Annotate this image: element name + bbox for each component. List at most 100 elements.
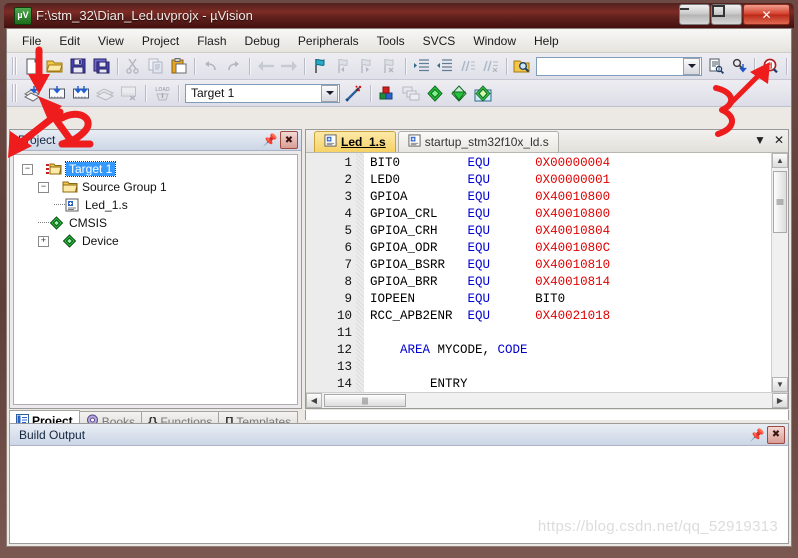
toolbar-grip[interactable] — [12, 57, 18, 75]
tree-item-target[interactable]: − Target 1 — [14, 160, 297, 178]
vertical-scroll-thumb[interactable] — [773, 171, 787, 233]
tab-list-chevron-down-icon[interactable]: ▼ — [754, 133, 766, 147]
tree-item-label[interactable]: Source Group 1 — [82, 180, 167, 194]
find-dropdown-arrow-icon[interactable] — [683, 57, 701, 75]
download-icon[interactable]: LOAD — [151, 82, 173, 104]
comment-icon[interactable] — [457, 55, 478, 77]
close-button[interactable]: ✕ — [743, 4, 790, 25]
navigate-back-icon[interactable] — [255, 55, 276, 77]
horizontal-scroll-thumb[interactable] — [324, 394, 406, 407]
navigate-forward-icon[interactable] — [278, 55, 299, 77]
tree-item-label[interactable]: Device — [82, 234, 119, 248]
scroll-right-arrow-icon[interactable]: ▶ — [772, 393, 788, 408]
code-editor: Led_1.s startup_stm32f10x_ld.s ▼ ✕ 1 2 3… — [305, 129, 789, 409]
build-output-close-button[interactable]: ✖ — [767, 425, 785, 444]
undo-icon[interactable] — [200, 55, 221, 77]
indent-decrease-icon[interactable] — [434, 55, 455, 77]
tree-item-cmsis[interactable]: CMSIS — [14, 214, 297, 232]
tree-item-label[interactable]: CMSIS — [69, 216, 107, 230]
tree-item-source-group[interactable]: − Source Group 1 — [14, 178, 297, 196]
code-token: 0X4001080C — [535, 241, 611, 255]
project-panel-close-button[interactable]: ✖ — [280, 131, 298, 149]
tree-expander-target[interactable]: − — [22, 163, 33, 175]
manage-multi-project-icon[interactable] — [400, 82, 422, 104]
tree-expander-source-group[interactable]: − — [38, 181, 49, 193]
build-output-pin-button[interactable]: 📌 — [749, 427, 765, 443]
paste-icon[interactable] — [168, 55, 189, 77]
build-output-content[interactable]: https://blog.csdn.net/qq_52919313 — [10, 446, 788, 543]
editor-tab-led1s[interactable]: Led_1.s — [314, 131, 396, 152]
build-target-icon[interactable] — [46, 82, 68, 104]
scroll-down-arrow-icon[interactable]: ▼ — [772, 377, 788, 392]
editor-horizontal-scrollbar[interactable]: ◀ ▶ — [306, 392, 788, 408]
code-line: BIT0 EQU 0X00000004 — [364, 155, 771, 172]
project-panel-pin-button[interactable]: 📌 — [262, 132, 278, 148]
menu-flash[interactable]: Flash — [188, 31, 235, 51]
source-code-text[interactable]: BIT0 EQU 0X00000004 LED0 EQU 0X00000001 GP… — [364, 153, 771, 392]
translate-file-icon[interactable] — [22, 82, 44, 104]
menu-view[interactable]: View — [89, 31, 133, 51]
menu-svcs[interactable]: SVCS — [414, 31, 465, 51]
tree-item-file[interactable]: Led_1.s — [14, 196, 297, 214]
menu-help[interactable]: Help — [525, 31, 568, 51]
project-tree[interactable]: − Target 1 − Source Group 1 Led_1.s CMSI… — [13, 154, 298, 405]
toolbar-separator — [304, 57, 306, 75]
rebuild-all-icon[interactable] — [70, 82, 92, 104]
cut-icon[interactable] — [122, 55, 143, 77]
indent-increase-icon[interactable] — [411, 55, 432, 77]
menu-tools[interactable]: Tools — [368, 31, 414, 51]
redo-icon[interactable] — [223, 55, 244, 77]
target-dropdown-arrow-icon[interactable] — [321, 84, 338, 102]
save-all-icon[interactable] — [91, 55, 112, 77]
select-software-packs-icon[interactable] — [472, 82, 494, 104]
target-folder-icon — [46, 162, 62, 176]
target-selector-combobox[interactable]: Target 1 — [185, 83, 340, 103]
incremental-find-icon[interactable] — [728, 55, 749, 77]
menu-project[interactable]: Project — [133, 31, 188, 51]
tree-expander-device[interactable]: + — [38, 235, 49, 247]
code-line: LED0 EQU 0X00000001 — [364, 172, 771, 189]
toolbar-grip[interactable] — [12, 84, 18, 102]
run-time-env-icon[interactable] — [448, 82, 470, 104]
window-controls: ✕ — [679, 4, 790, 25]
find-next-icon[interactable] — [705, 55, 726, 77]
scroll-left-arrow-icon[interactable]: ◀ — [306, 393, 322, 408]
configure-magnifier-icon[interactable]: d — [760, 55, 781, 77]
target-options-wizard-icon[interactable] — [343, 82, 365, 104]
menu-debug[interactable]: Debug — [236, 31, 289, 51]
restore-button[interactable] — [711, 4, 742, 25]
pack-installer-icon[interactable] — [424, 82, 446, 104]
menu-edit[interactable]: Edit — [50, 31, 89, 51]
bookmark-next-icon[interactable] — [356, 55, 377, 77]
save-icon[interactable] — [68, 55, 89, 77]
code-area[interactable]: 1 2 3 4 5 6 7 8 9 10 11 12 13 14 BIT0 EQ… — [306, 153, 788, 392]
tree-item-label[interactable]: Target 1 — [64, 161, 117, 177]
target-selector-value[interactable]: Target 1 — [186, 86, 320, 100]
tree-item-device[interactable]: + Device — [14, 232, 297, 250]
tree-item-label[interactable]: Led_1.s — [85, 198, 128, 212]
bookmark-toggle-icon[interactable] — [310, 55, 331, 77]
find-combobox[interactable] — [535, 56, 703, 76]
scroll-up-arrow-icon[interactable]: ▲ — [772, 153, 788, 168]
editor-tab-startup[interactable]: startup_stm32f10x_ld.s — [397, 131, 559, 152]
menu-peripherals[interactable]: Peripherals — [289, 31, 368, 51]
open-file-icon[interactable] — [45, 55, 66, 77]
manage-project-items-icon[interactable] — [376, 82, 398, 104]
new-file-icon[interactable] — [22, 55, 43, 77]
bookmark-prev-icon[interactable] — [333, 55, 354, 77]
find-in-files-icon[interactable] — [512, 55, 533, 77]
copy-icon[interactable] — [145, 55, 166, 77]
assembly-file-icon — [65, 198, 81, 212]
menu-file[interactable]: File — [13, 31, 50, 51]
bookmark-clear-icon[interactable] — [379, 55, 400, 77]
editor-vertical-scrollbar[interactable]: ▲ ▼ — [771, 153, 788, 392]
minimize-button[interactable] — [679, 4, 710, 25]
stop-build-icon[interactable] — [118, 82, 140, 104]
code-token: EQU — [467, 241, 491, 255]
menu-window[interactable]: Window — [464, 31, 525, 51]
code-line: AREA MYCODE, CODE — [364, 342, 771, 359]
batch-build-icon[interactable] — [94, 82, 116, 104]
editor-close-icon[interactable]: ✕ — [774, 133, 784, 147]
uncomment-icon[interactable] — [480, 55, 501, 77]
